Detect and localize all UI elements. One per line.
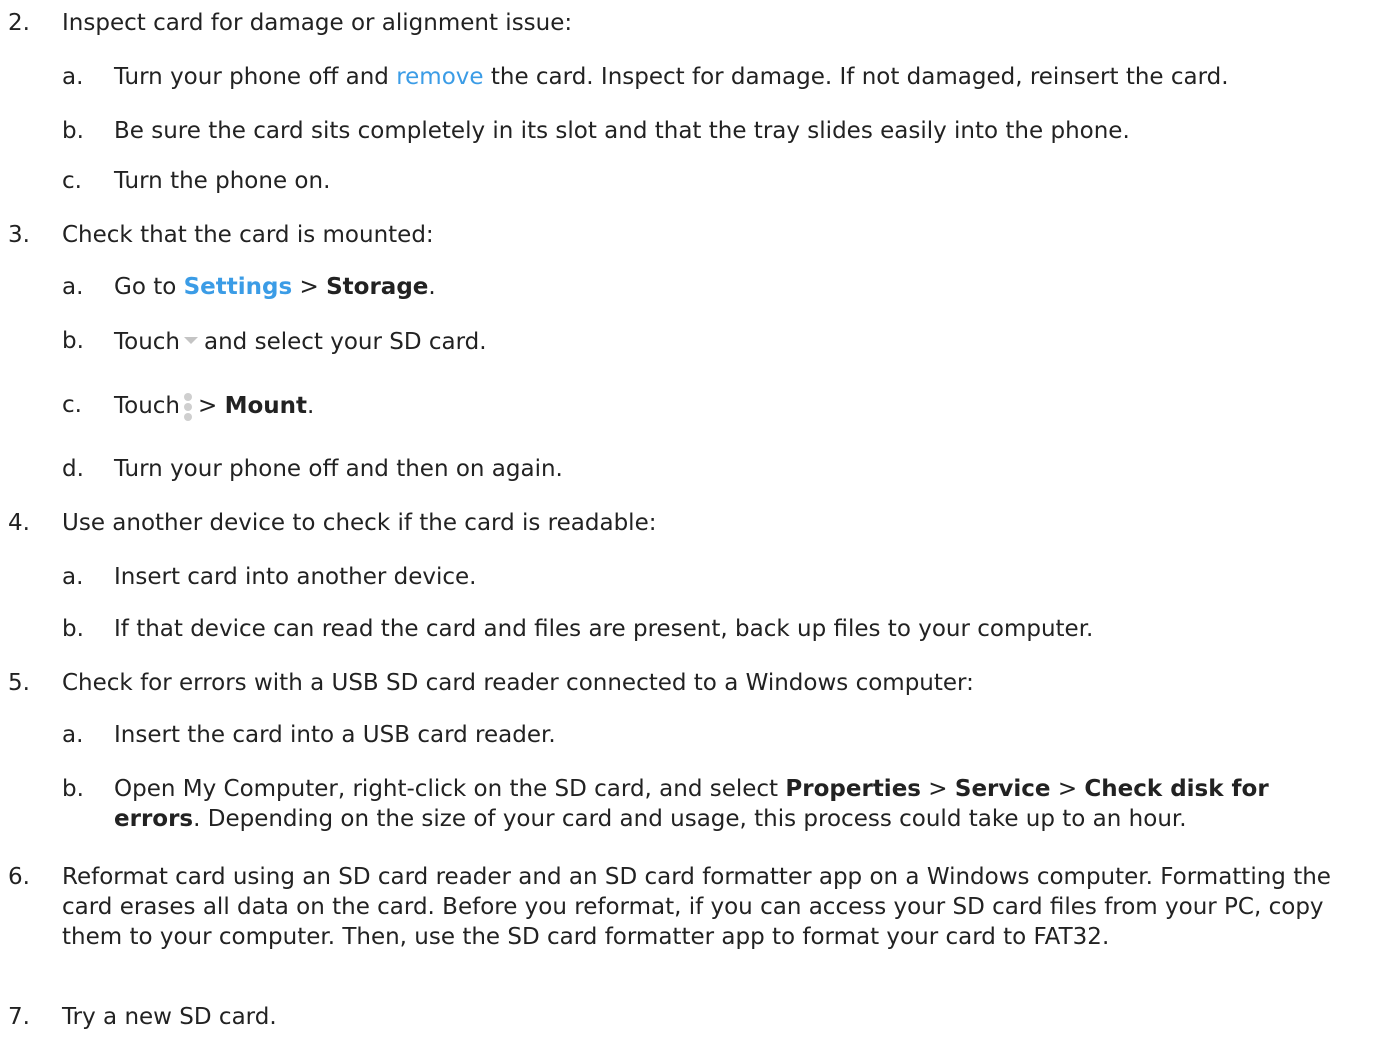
substep-letter: a. [62, 564, 84, 590]
substep-letter: b. [62, 616, 84, 642]
step-text: Try a new SD card. [62, 1004, 277, 1030]
substep-letter: a. [62, 274, 84, 300]
step-text: Check for errors with a USB SD card read… [62, 670, 974, 696]
substep-letter: b. [62, 776, 84, 802]
step-number: 2. [8, 10, 30, 36]
substep-text: Turn your phone off and then on again. [114, 456, 563, 482]
substep-text: Turn your phone off and remove the card.… [114, 64, 1229, 90]
substep-text: If that device can read the card and fil… [114, 616, 1094, 642]
substep-letter: a. [62, 64, 84, 90]
step-number: 5. [8, 670, 30, 696]
storage-label: Storage [326, 274, 429, 300]
step-number: 3. [8, 222, 30, 248]
step-text: Reformat card using an SD card reader an… [62, 864, 1331, 950]
substep-text: Be sure the card sits completely in its … [114, 118, 1130, 144]
step-number: 7. [8, 1004, 30, 1030]
substep-text: Turn the phone on. [114, 168, 331, 194]
step-number: 6. [8, 864, 30, 890]
step-number: 4. [8, 510, 30, 536]
substep-letter: c. [62, 168, 82, 194]
substep-text: Touch and select your SD card. [114, 329, 487, 355]
substep-text: Open My Computer, right-click on the SD … [114, 776, 1269, 832]
settings-link[interactable]: Settings [184, 274, 293, 300]
step-text: Inspect card for damage or alignment iss… [62, 10, 573, 36]
substep-text: Insert the card into a USB card reader. [114, 722, 556, 748]
substep-letter: c. [62, 392, 82, 418]
mount-label: Mount [224, 393, 308, 419]
step-text: Use another device to check if the card … [62, 510, 657, 536]
substep-letter: a. [62, 722, 84, 748]
substep-letter: b. [62, 118, 84, 144]
substep-text: Insert card into another device. [114, 564, 477, 590]
substep-text: Go to Settings > Storage. [114, 274, 436, 300]
remove-link[interactable]: remove [396, 64, 483, 90]
dropdown-triangle-icon [184, 337, 199, 344]
overflow-menu-icon [184, 392, 193, 422]
substep-letter: b. [62, 328, 84, 354]
substep-text: Touch > Mount. [114, 391, 314, 422]
step-text: Check that the card is mounted: [62, 222, 434, 248]
substep-letter: d. [62, 456, 84, 482]
